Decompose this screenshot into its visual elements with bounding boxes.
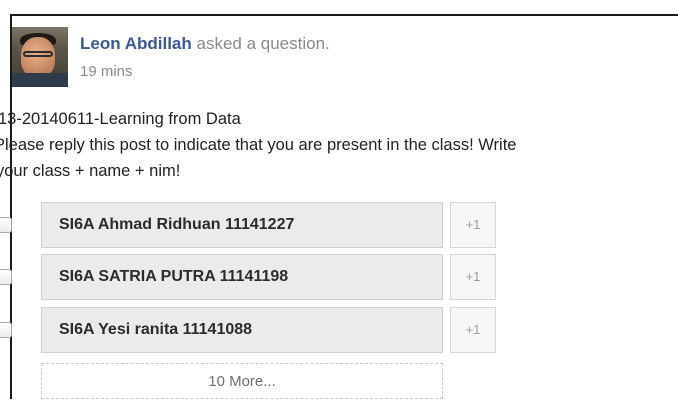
avatar-shirt <box>12 73 68 87</box>
poll-option: SI6A Yesi ranita 11141088 +1 <box>0 307 678 353</box>
poll-option-label[interactable]: SI6A Ahmad Ridhuan 11141227 <box>41 202 443 248</box>
poll-option: SI6A Ahmad Ridhuan 11141227 +1 <box>0 202 678 248</box>
vote-plus-one-button[interactable]: +1 <box>450 254 496 300</box>
author-avatar[interactable] <box>12 27 68 87</box>
poll-option-checkbox[interactable] <box>0 269 12 285</box>
show-more-options-button[interactable]: 10 More... <box>41 363 443 399</box>
post-header: Leon Abdillah asked a question. <box>80 34 330 54</box>
poll-option-checkbox[interactable] <box>0 217 12 233</box>
poll-option-label[interactable]: SI6A SATRIA PUTRA 11141198 <box>41 254 443 300</box>
post-body: 13-20140611-Learning from Data Please re… <box>0 106 678 184</box>
post-body-line-1: Please reply this post to indicate that … <box>0 136 517 154</box>
vote-plus-one-button[interactable]: +1 <box>450 202 496 248</box>
avatar-face <box>21 37 55 77</box>
vote-plus-one-button[interactable]: +1 <box>450 307 496 353</box>
post-action-text: asked a question. <box>196 34 330 53</box>
frame-border-top <box>11 14 678 16</box>
poll-option-checkbox[interactable] <box>0 322 12 338</box>
post-title: 13-20140611-Learning from Data <box>0 110 241 128</box>
avatar-glasses <box>23 51 53 57</box>
post-body-line-2: your class + name + nim! <box>0 162 181 180</box>
poll-option-label[interactable]: SI6A Yesi ranita 11141088 <box>41 307 443 353</box>
author-name-link[interactable]: Leon Abdillah <box>80 34 192 53</box>
post-timestamp[interactable]: 19 mins <box>80 63 133 80</box>
poll-option: SI6A SATRIA PUTRA 11141198 +1 <box>0 254 678 300</box>
